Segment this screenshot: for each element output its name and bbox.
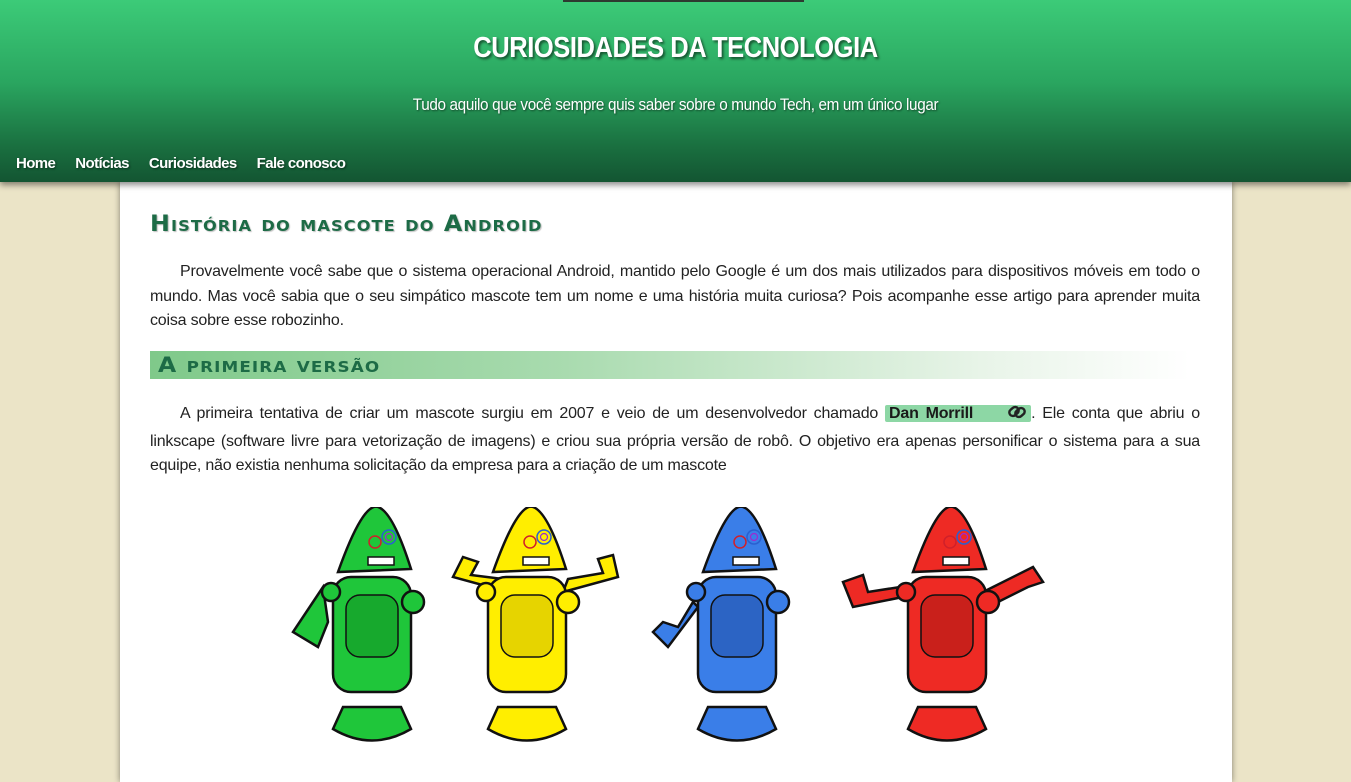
nav-curiosidades[interactable]: Curiosidades: [149, 155, 237, 177]
nav-home[interactable]: Home: [16, 155, 56, 177]
robot-4: [841, 505, 1045, 742]
robot-1: [291, 505, 426, 742]
section-heading-text: A primeira versão: [158, 353, 381, 377]
dan-morrill-link-text[interactable]: Dan Morrill: [889, 405, 973, 422]
android-robots-image: [288, 505, 1068, 752]
nav-noticias[interactable]: Notícias: [75, 155, 129, 177]
site-subtitle: Tudo aquilo que você sempre quis saber s…: [412, 95, 939, 114]
section-heading: A primeira versão: [150, 351, 1190, 379]
site-title: CURIOSIDADES DA TECNOLOGIA: [473, 32, 878, 64]
first-version-paragraph: A primeira tentativa de criar um mascote…: [150, 402, 1200, 479]
site-header: CURIOSIDADES DA TECNOLOGIA Tudo aquilo q…: [0, 0, 1351, 182]
dan-morrill-link[interactable]: Dan Morrill: [885, 405, 1032, 422]
first-para-text-before: A primeira tentativa de criar um mascote…: [180, 405, 886, 422]
intro-paragraph: Provavelmente você sabe que o sistema op…: [150, 263, 1200, 329]
top-strip: [563, 0, 804, 2]
link-icon: [977, 403, 1027, 430]
robots-illustration: [291, 505, 1045, 742]
article-title: História do mascote do Android: [150, 212, 543, 237]
article-container: História do mascote do Android Provavelm…: [120, 182, 1232, 782]
robot-3: [651, 505, 791, 742]
nav-fale-conosco[interactable]: Fale conosco: [257, 155, 346, 177]
robot-2: [451, 505, 620, 742]
main-nav: Home Notícias Curiosidades Fale conosco: [16, 155, 365, 177]
